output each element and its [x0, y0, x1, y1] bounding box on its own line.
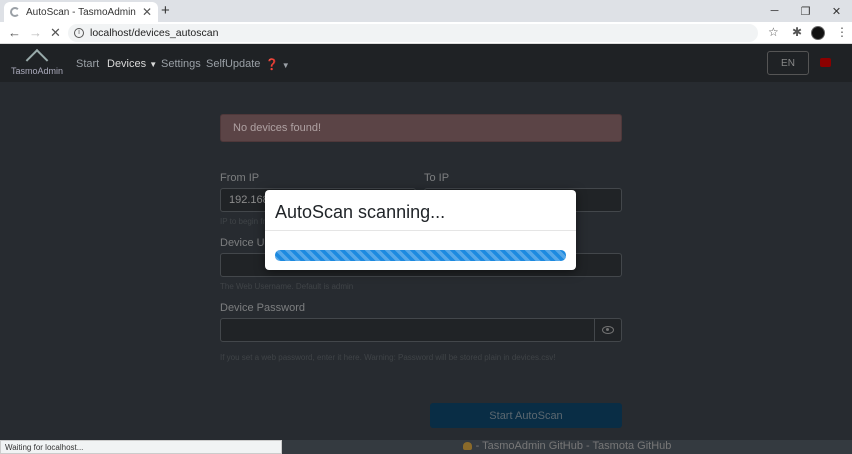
scan-progress-bar	[275, 250, 566, 261]
tab-title: AutoScan - TasmoAdmin	[26, 6, 136, 18]
browser-tabbar: AutoScan - TasmoAdmin ✕ + ─ ❐ ✕	[0, 0, 852, 22]
house-icon	[28, 48, 46, 64]
loading-spinner-icon	[10, 7, 20, 17]
caret-down-icon: ▼	[281, 61, 290, 70]
language-select[interactable]: EN	[767, 51, 809, 75]
close-window-icon[interactable]: ✕	[821, 0, 852, 22]
question-icon: ❓	[265, 59, 279, 71]
url-input[interactable]: i localhost/devices_autoscan	[68, 24, 758, 42]
close-icon[interactable]: ✕	[142, 5, 152, 19]
nav-start[interactable]: Start	[76, 58, 99, 70]
restore-icon[interactable]: ❐	[790, 0, 821, 22]
footer: - TasmoAdmin GitHub - Tasmota GitHub	[282, 440, 852, 454]
tasmota-icon	[462, 442, 472, 450]
new-tab-icon[interactable]: +	[161, 2, 170, 19]
autoscan-modal: AutoScan scanning...	[265, 190, 576, 270]
window-controls: ─ ❐ ✕	[759, 0, 852, 22]
nav-selfupdate[interactable]: SelfUpdate	[206, 58, 260, 70]
menu-kebab-icon[interactable]: ⋮	[836, 25, 848, 39]
theme-flag-icon[interactable]	[820, 58, 831, 67]
minimize-icon[interactable]: ─	[759, 0, 790, 22]
back-icon[interactable]: ←	[8, 25, 21, 40]
extensions-icon[interactable]: ✱	[792, 25, 802, 39]
info-icon[interactable]: i	[74, 28, 84, 38]
address-bar: ← → ✕ i localhost/devices_autoscan ☆ ✱ ⋮	[0, 22, 852, 44]
modal-title: AutoScan scanning...	[275, 202, 446, 222]
bookmark-star-icon[interactable]: ☆	[768, 25, 779, 39]
nav-settings[interactable]: Settings	[161, 58, 201, 70]
modal-divider	[265, 230, 576, 231]
nav-devices-label: Devices	[107, 58, 147, 70]
stop-icon[interactable]: ✕	[50, 25, 61, 41]
browser-tab[interactable]: AutoScan - TasmoAdmin ✕	[4, 2, 158, 22]
url-text: localhost/devices_autoscan	[90, 27, 219, 39]
browser-status: Waiting for localhost...	[0, 440, 282, 454]
brand-logo[interactable]: TasmoAdmin	[11, 48, 63, 76]
footer-links[interactable]: - TasmoAdmin GitHub - Tasmota GitHub	[476, 440, 672, 452]
nav-devices[interactable]: Devices ▼	[107, 58, 157, 70]
nav-help[interactable]: ❓ ▼	[265, 58, 290, 71]
forward-icon[interactable]: →	[29, 25, 42, 40]
caret-down-icon: ▼	[149, 60, 158, 69]
scan-progress-fill	[275, 250, 566, 261]
profile-avatar[interactable]	[811, 26, 825, 40]
